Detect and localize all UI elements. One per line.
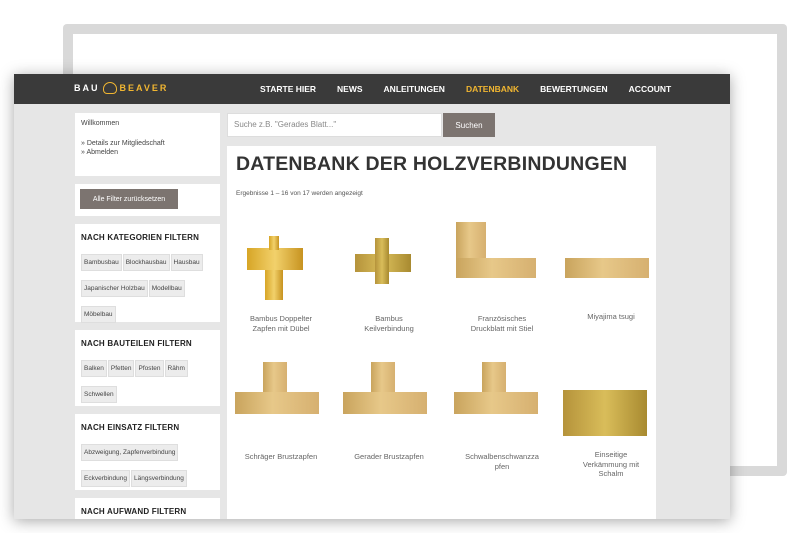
joint-card[interactable]: Einseitige Verkämmung mit Schalm [561,360,661,479]
category-filter-title: NACH KATEGORIEN FILTERN [81,233,200,242]
joint-part [343,392,427,414]
filter-chip-raehm[interactable]: Rähm [164,360,188,377]
joint-part [565,258,649,278]
joint-part [563,390,647,436]
joint-card[interactable]: Schräger Brustzapfen [231,360,331,462]
filter-chip-laengsverbindung[interactable]: Längsverbindung [131,470,187,487]
browser-window: BAU BEAVER STARTE HIER NEWS ANLEITUNGEN … [14,74,730,519]
nav-item-starte-hier[interactable]: STARTE HIER [260,84,316,94]
logo-text-right: BEAVER [119,83,169,93]
nav-item-anleitungen[interactable]: ANLEITUNGEN [384,84,445,94]
joint-card[interactable]: Gerader Brustzapfen [339,360,439,462]
logo-text-left: BAU [74,83,100,93]
beaver-icon [102,82,117,94]
category-filter-box: NACH KATEGORIEN FILTERN Bambusbau Blockha… [75,224,220,323]
effort-filter-title: NACH AUFWAND FILTERN [81,507,187,516]
nav-item-datenbank[interactable]: DATENBANK [466,84,519,94]
joint-part [482,362,506,392]
joint-card[interactable]: Französisches Druckblatt mit Stiel [452,222,552,333]
joint-thumbnail [339,360,439,440]
joint-caption: Schwalbenschwanzza pfen [465,452,539,471]
joint-thumbnail [231,360,331,440]
joint-thumbnail [452,222,552,302]
joint-card[interactable]: Schwalbenschwanzza pfen [452,360,552,471]
joint-card[interactable]: Bambus Keilverbindung [339,222,439,333]
filter-chip-eckverbindung[interactable]: Eckverbindung [81,470,130,487]
use-filter-box: NACH EINSATZ FILTERN Abzweigung, Zapfenv… [75,414,220,490]
joint-part [371,362,395,392]
joint-card[interactable]: Miyajima tsugi [561,222,661,322]
use-filter-title: NACH EINSATZ FILTERN [81,423,180,432]
joint-caption: Bambus Keilverbindung [364,314,414,333]
membership-link[interactable]: » Details zur Mitgliedschaft [81,139,214,149]
joint-part [375,238,389,284]
reset-filters-button[interactable]: Alle Filter zurücksetzen [80,189,178,209]
search-input[interactable]: Suche z.B. "Gerades Blatt..." [227,113,442,137]
joint-thumbnail [561,222,661,302]
logo[interactable]: BAU BEAVER [74,82,168,94]
filter-chip-bambusbau[interactable]: Bambusbau [81,254,122,271]
logout-link[interactable]: » Abmelden [81,148,214,158]
joint-thumbnail [339,222,439,302]
joint-caption: Gerader Brustzapfen [354,452,424,461]
joint-part [456,258,536,278]
page-title: DATENBANK DER HOLZVERBINDUNGEN [236,153,628,175]
joint-thumbnail [231,222,331,302]
results-count: Ergebnisse 1 – 16 von 17 werden angezeig… [236,190,363,197]
joint-thumbnail [561,360,661,440]
screenshot-stage: BAU BEAVER STARTE HIER NEWS ANLEITUNGEN … [0,0,800,533]
nav-item-bewertungen[interactable]: BEWERTUNGEN [540,84,608,94]
joint-card[interactable]: Bambus Doppelter Zapfen mit Dübel [231,222,331,333]
nav-item-account[interactable]: ACCOUNT [629,84,672,94]
filter-chip-moebelbau[interactable]: Möbelbau [81,306,116,323]
effort-filter-box: NACH AUFWAND FILTERN [75,498,220,519]
joint-part [263,362,287,392]
main-menu: STARTE HIER NEWS ANLEITUNGEN DATENBANK B… [260,74,692,104]
joint-thumbnail [452,360,552,440]
filter-chip-hausbau[interactable]: Hausbau [170,254,203,271]
joint-part [265,270,283,300]
welcome-box: Willkommen » Details zur Mitgliedschaft … [75,113,220,176]
joint-caption: Bambus Doppelter Zapfen mit Dübel [249,314,313,333]
parts-filter-title: NACH BAUTEILEN FILTERN [81,339,192,348]
joint-part [269,236,279,250]
joint-part [235,392,319,414]
nav-item-news[interactable]: NEWS [337,84,363,94]
parts-filter-box: NACH BAUTEILEN FILTERN Balken Pfetten Pfos… [75,330,220,406]
joint-caption: Französisches Druckblatt mit Stiel [470,314,534,333]
joint-caption: Miyajima tsugi [587,312,635,321]
filter-chip-abzweigung[interactable]: Abzweigung, Zapfenverbindung [81,444,179,461]
joint-caption: Schräger Brustzapfen [244,452,318,461]
filter-chip-pfetten[interactable]: Pfetten [107,360,135,377]
joint-part [454,392,538,414]
search-button[interactable]: Suchen [443,113,495,137]
filter-chip-modellbau[interactable]: Modellbau [148,280,185,297]
main-content: DATENBANK DER HOLZVERBINDUNGEN Ergebniss… [227,146,656,519]
joint-part [247,248,303,270]
filter-chip-japanischer-holzbau[interactable]: Japanischer Holzbau [81,280,148,297]
filter-chip-schwellen[interactable]: Schwellen [81,386,117,403]
sidebar: Willkommen » Details zur Mitgliedschaft … [75,113,220,519]
top-navigation: BAU BEAVER STARTE HIER NEWS ANLEITUNGEN … [14,74,730,104]
filter-chip-balken[interactable]: Balken [81,360,107,377]
reset-box: Alle Filter zurücksetzen [75,184,220,216]
joint-caption: Einseitige Verkämmung mit Schalm [582,450,640,478]
filter-chip-blockhausbau[interactable]: Blockhausbau [122,254,170,271]
welcome-text: Willkommen [81,120,120,127]
filter-chip-pfosten[interactable]: Pfosten [135,360,164,377]
